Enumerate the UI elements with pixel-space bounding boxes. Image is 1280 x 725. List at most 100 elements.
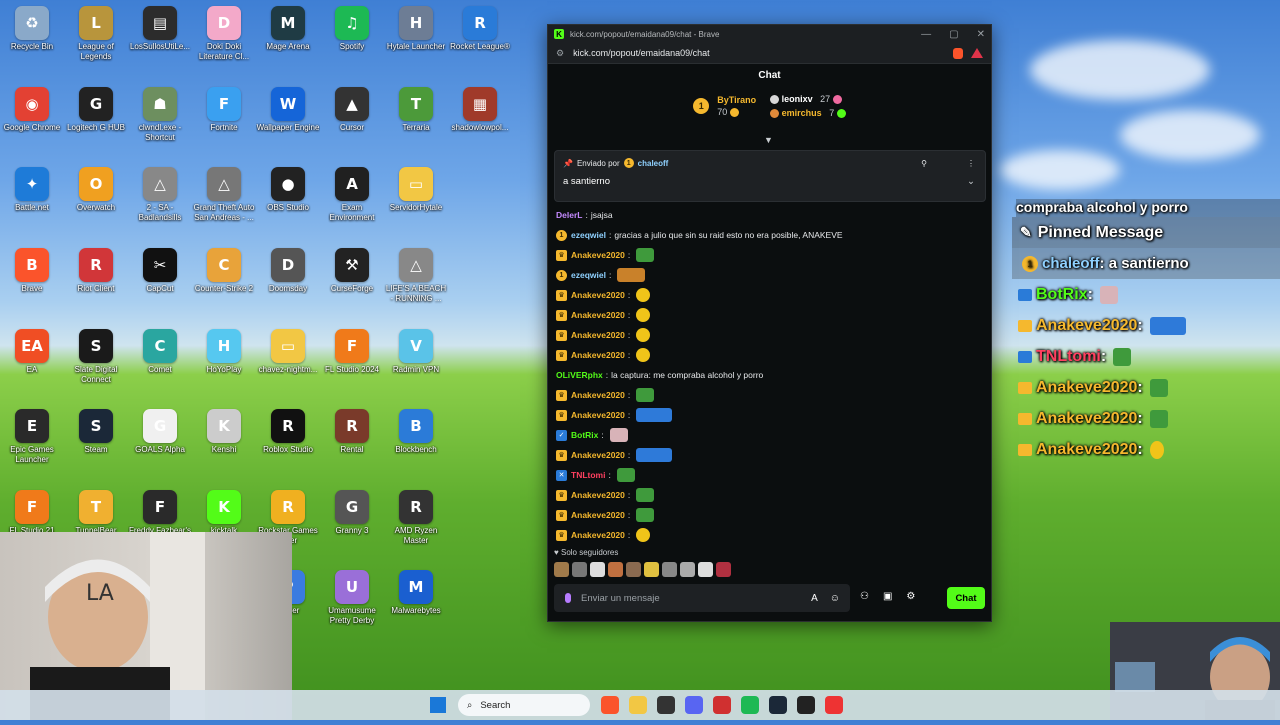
desktop-icon[interactable]: C Counter-Strike 2 bbox=[192, 248, 256, 294]
chat-username[interactable]: Anakeve2020 bbox=[571, 490, 625, 500]
close-button[interactable]: ✕ bbox=[977, 29, 985, 40]
chat-username[interactable]: DelerL bbox=[556, 210, 582, 220]
desktop-icon[interactable]: ⚒ CurseForge bbox=[320, 248, 384, 294]
taskbar-search[interactable]: ⌕ Search bbox=[458, 694, 590, 716]
desktop-icon[interactable]: R AMD Ryzen Master bbox=[384, 490, 448, 546]
app-taskbar-icon[interactable] bbox=[657, 696, 675, 714]
send-chat-button[interactable]: Chat bbox=[947, 587, 985, 609]
discord-taskbar-icon[interactable] bbox=[685, 696, 703, 714]
desktop-icon[interactable]: B Blockbench bbox=[384, 409, 448, 455]
spotify-taskbar-icon[interactable] bbox=[741, 696, 759, 714]
gift-icon[interactable]: ▣ bbox=[883, 591, 892, 602]
brave-taskbar-icon[interactable] bbox=[601, 696, 619, 714]
emote-icon[interactable] bbox=[636, 448, 673, 462]
desktop-icon[interactable]: U Umamusume Pretty Derby bbox=[320, 570, 384, 626]
desktop-icon[interactable]: H HoYoPlay bbox=[192, 329, 256, 375]
desktop-icon[interactable]: ● OBS Studio bbox=[256, 167, 320, 213]
chat-message[interactable]: ♛ Anakeve2020: bbox=[556, 285, 982, 305]
desktop-icon[interactable]: G Granny 3 bbox=[320, 490, 384, 536]
chat-message[interactable]: ♛ Anakeve2020: bbox=[556, 445, 982, 465]
chat-username[interactable]: TNLtomi bbox=[571, 470, 605, 480]
chat-username[interactable]: OLiVERphx bbox=[556, 370, 603, 380]
desktop-icon[interactable]: E Epic Games Launcher bbox=[0, 409, 64, 465]
emote-icon[interactable] bbox=[636, 348, 651, 362]
emoji-icon[interactable]: ☺ bbox=[830, 593, 840, 604]
desktop-icon[interactable]: ▤ LosSullosUtiLe... bbox=[128, 6, 192, 52]
desktop-icon[interactable]: F FL Studio 21 bbox=[0, 490, 64, 536]
chat-username[interactable]: Anakeve2020 bbox=[571, 410, 625, 420]
more-options-icon[interactable]: ⋮ bbox=[967, 159, 975, 168]
title-bar[interactable]: K kick.com/popout/emaidana09/chat - Brav… bbox=[548, 25, 991, 43]
desktop-icon[interactable]: ♫ Spotify bbox=[320, 6, 384, 52]
expand-chevron-icon[interactable]: ⌄ bbox=[967, 176, 975, 187]
desktop-icon[interactable]: H Hytale Launcher bbox=[384, 6, 448, 52]
chat-message[interactable]: ♛ Anakeve2020: bbox=[556, 385, 982, 405]
desktop-icon[interactable]: F Freddy Fazbear's bbox=[128, 490, 192, 536]
chat-message[interactable]: ♛ Anakeve2020: bbox=[556, 245, 982, 265]
desktop-icon[interactable]: ✦ Battle.net bbox=[0, 167, 64, 213]
emote-icon[interactable] bbox=[636, 328, 651, 342]
gifter-1[interactable]: ByTirano 70 bbox=[717, 94, 756, 118]
desktop-icon[interactable]: M Malwarebytes bbox=[384, 570, 448, 616]
desktop-icon[interactable]: ▭ ServidorHytale bbox=[384, 167, 448, 213]
pinned-by-user[interactable]: chaleoff bbox=[638, 159, 669, 168]
emote-icon[interactable] bbox=[636, 388, 655, 402]
desktop-icon[interactable]: C Comet bbox=[128, 329, 192, 375]
desktop-icon[interactable]: W Wallpaper Engine bbox=[256, 87, 320, 133]
brave-shields-icon[interactable] bbox=[953, 47, 963, 59]
microphone-icon[interactable] bbox=[565, 593, 571, 603]
desktop-icon[interactable]: B Brave bbox=[0, 248, 64, 294]
desktop-icon[interactable]: ✂ CapCut bbox=[128, 248, 192, 294]
message-input-placeholder[interactable]: Enviar un mensaje bbox=[581, 593, 660, 604]
desktop-icon[interactable]: R Riot Client bbox=[64, 248, 128, 294]
translate-icon[interactable]: A bbox=[811, 593, 818, 604]
chat-username[interactable]: ezeqwiel bbox=[571, 270, 606, 280]
settings-icon[interactable]: ⚙ bbox=[906, 591, 915, 602]
users-icon[interactable]: ⚇ bbox=[860, 591, 869, 602]
chat-message[interactable]: ♛ Anakeve2020: bbox=[556, 525, 982, 545]
chat-message[interactable]: OLiVERphx: la captura: me compraba alcoho… bbox=[556, 365, 982, 385]
desktop-icon[interactable]: ▦ shadowlowpol... bbox=[448, 87, 512, 133]
desktop-icon[interactable]: D Doki Doki Literature Cl... bbox=[192, 6, 256, 62]
chat-username[interactable]: Anakeve2020 bbox=[571, 310, 625, 320]
chat-message[interactable]: DelerL: jsajsa bbox=[556, 205, 982, 225]
start-button-icon[interactable] bbox=[430, 697, 446, 713]
emote-quick-bar[interactable] bbox=[554, 562, 731, 577]
desktop-icon[interactable]: ▭ chavez-nightm... bbox=[256, 329, 320, 375]
desktop-icon[interactable]: K Kenshi bbox=[192, 409, 256, 455]
desktop-icon[interactable]: M Mage Arena bbox=[256, 6, 320, 52]
emote-icon[interactable] bbox=[636, 528, 651, 542]
unpin-icon[interactable]: ⚲ bbox=[921, 159, 927, 168]
chat-message[interactable]: ♛ Anakeve2020: bbox=[556, 305, 982, 325]
emote-icon[interactable] bbox=[636, 488, 655, 502]
chat-username[interactable]: Anakeve2020 bbox=[571, 250, 625, 260]
address-bar[interactable]: ⚙ kick.com/popout/emaidana09/chat bbox=[548, 43, 991, 64]
emote-icon[interactable] bbox=[636, 508, 655, 522]
url-text[interactable]: kick.com/popout/emaidana09/chat bbox=[573, 48, 710, 58]
chat-username[interactable]: ezeqwiel bbox=[571, 230, 606, 240]
chat-message[interactable]: 1 ezeqwiel: gracias a julio que sin su rai… bbox=[556, 225, 982, 245]
chat-message[interactable]: ✓ BotRix: bbox=[556, 425, 982, 445]
chat-username[interactable]: BotRix bbox=[571, 430, 598, 440]
pinned-message[interactable]: 📌 Enviado por 1 chaleoff ⚲ ⋮ a santierno… bbox=[554, 150, 986, 202]
chat-message[interactable]: ♛ Anakeve2020: bbox=[556, 405, 982, 425]
message-input[interactable]: Enviar un mensaje A ☺ bbox=[554, 584, 850, 612]
emote-icon[interactable] bbox=[636, 288, 651, 302]
desktop-icon[interactable]: ◉ Google Chrome bbox=[0, 87, 64, 133]
desktop-icon[interactable]: ☗ clwndl.exe - Shortcut bbox=[128, 87, 192, 143]
maximize-button[interactable]: ▢ bbox=[949, 29, 958, 40]
desktop-icon[interactable]: Kkicktalk bbox=[192, 490, 256, 536]
chat-message[interactable]: ♛ Anakeve2020: bbox=[556, 485, 982, 505]
desktop-icon[interactable]: G GOALS Alpha bbox=[128, 409, 192, 455]
chat-message[interactable]: ♛ Anakeve2020: bbox=[556, 325, 982, 345]
obs-taskbar-icon[interactable] bbox=[797, 696, 815, 714]
desktop-icon[interactable]: F Fortnite bbox=[192, 87, 256, 133]
chat-username[interactable]: Anakeve2020 bbox=[571, 530, 625, 540]
emote-icon[interactable] bbox=[636, 408, 673, 422]
gifter-3[interactable]: emirchus 7 bbox=[770, 106, 846, 120]
chat-username[interactable]: Anakeve2020 bbox=[571, 450, 625, 460]
desktop-icon[interactable]: D Doomsday bbox=[256, 248, 320, 294]
chat-username[interactable]: Anakeve2020 bbox=[571, 330, 625, 340]
desktop-icon[interactable]: T TunnelBear bbox=[64, 490, 128, 536]
desktop-icon[interactable]: △ 2 - SA - Badlandsills bbox=[128, 167, 192, 223]
